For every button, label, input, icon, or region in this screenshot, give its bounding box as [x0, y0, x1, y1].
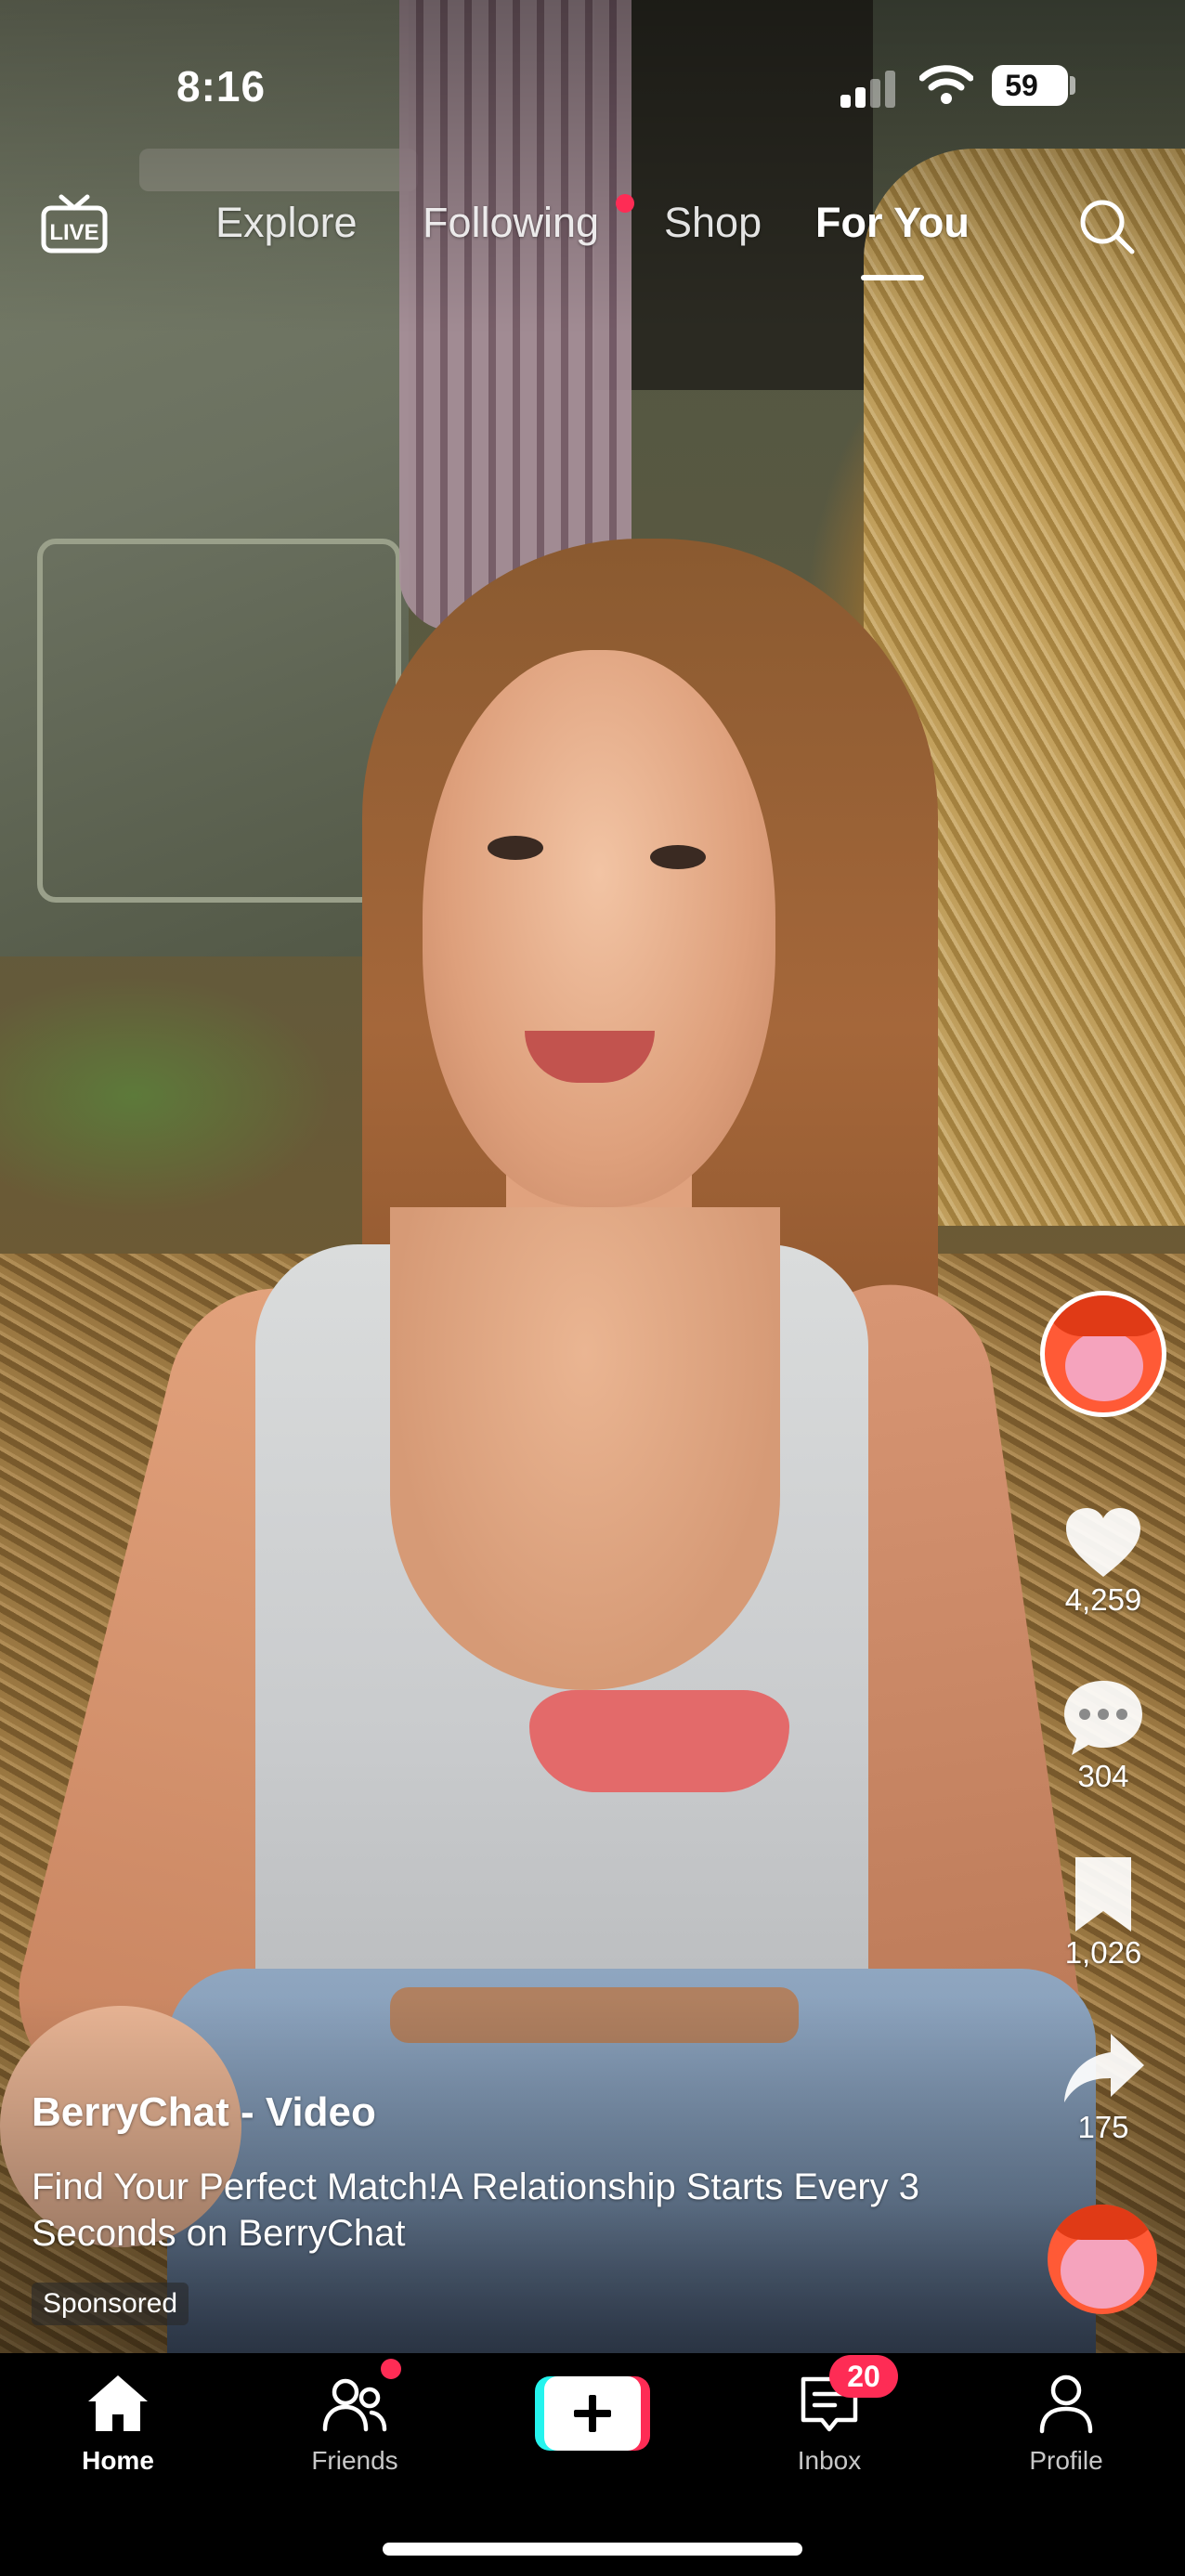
video-player[interactable] — [0, 0, 1185, 2353]
video-person-face — [423, 650, 775, 1207]
shirt-heart-graphic — [529, 1690, 789, 1792]
save-count: 1,026 — [1064, 1935, 1142, 1970]
heart-icon[interactable] — [1059, 1499, 1148, 1588]
inbox-badge: 20 — [829, 2355, 898, 2398]
sponsored-badge: Sponsored — [32, 2283, 189, 2325]
share-icon[interactable] — [1059, 2024, 1148, 2114]
tab-shop[interactable]: Shop — [664, 199, 762, 247]
search-icon[interactable] — [1077, 197, 1137, 256]
share-count: 175 — [1077, 2110, 1129, 2144]
nav-friends[interactable]: Friends — [262, 2353, 448, 2492]
live-icon[interactable]: LIVE — [41, 193, 108, 254]
tab-explore[interactable]: Explore — [215, 199, 358, 247]
tiktok-screen: 8:16 59 LIVE Explore Following Shop For … — [0, 0, 1185, 2576]
profile-icon — [1039, 2374, 1093, 2434]
home-icon — [88, 2375, 148, 2431]
tab-for-you[interactable]: For You — [815, 199, 970, 247]
nav-home[interactable]: Home — [25, 2353, 211, 2492]
active-tab-indicator — [861, 275, 924, 280]
battery-level: 59 — [1005, 69, 1038, 102]
following-notification-dot — [616, 194, 634, 213]
sound-disc[interactable] — [1048, 2205, 1157, 2314]
status-time: 8:16 — [176, 62, 267, 111]
ad-caption: Find Your Perfect Match!A Relationship S… — [32, 2166, 920, 2254]
nav-home-label: Home — [82, 2446, 154, 2475]
nav-friends-label: Friends — [311, 2446, 398, 2475]
nav-inbox-label: Inbox — [797, 2446, 862, 2475]
ad-account-name[interactable]: BerryChat - Video — [32, 2089, 376, 2136]
friends-icon — [322, 2378, 387, 2432]
like-count: 4,259 — [1064, 1582, 1142, 1617]
creator-avatar[interactable] — [1040, 1291, 1166, 1417]
friends-notification-dot — [381, 2359, 401, 2379]
cellular-signal-icon — [840, 65, 900, 108]
comment-count: 304 — [1077, 1759, 1129, 1793]
nav-profile[interactable]: Profile — [973, 2353, 1159, 2492]
comment-icon[interactable] — [1059, 1673, 1148, 1763]
tab-following[interactable]: Following — [423, 199, 599, 247]
live-label: LIVE — [49, 220, 98, 245]
bookmark-icon[interactable] — [1059, 1850, 1148, 1939]
wifi-icon — [919, 65, 973, 104]
home-indicator — [383, 2543, 802, 2556]
nav-profile-label: Profile — [1029, 2446, 1103, 2475]
battery-indicator: 59 — [992, 65, 1068, 106]
create-button[interactable] — [535, 2376, 650, 2451]
